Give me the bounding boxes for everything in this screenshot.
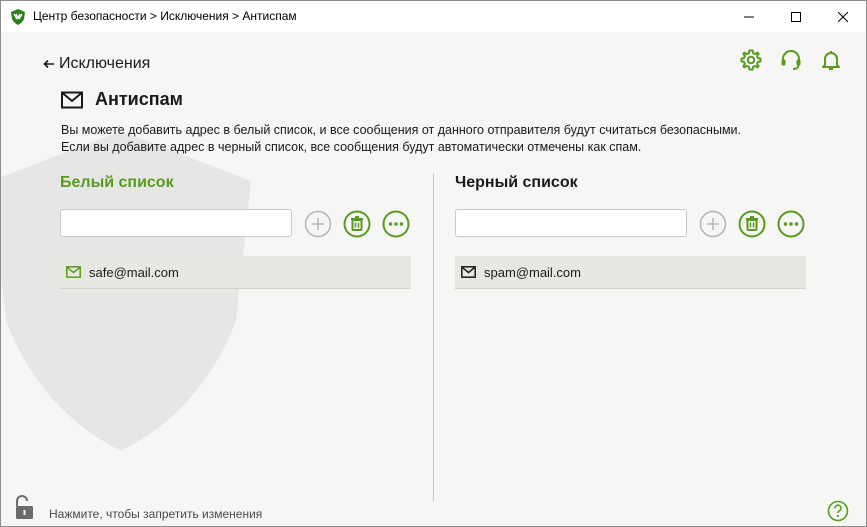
page-heading: Антиспам	[61, 89, 183, 110]
more-options-icon[interactable]	[777, 210, 805, 238]
trash-icon[interactable]	[343, 210, 371, 238]
unlocked-padlock-icon[interactable]	[13, 495, 41, 521]
arrow-left-icon	[43, 59, 54, 69]
envelope-icon	[66, 266, 81, 278]
minimize-button[interactable]	[726, 1, 772, 32]
description-line-1: Вы можете добавить адрес в белый список,…	[61, 123, 741, 137]
title-bar: Центр безопасности > Исключения > Антисп…	[1, 1, 866, 32]
more-options-icon[interactable]	[382, 210, 410, 238]
back-link[interactable]: Исключения	[43, 55, 150, 73]
gear-icon[interactable]	[739, 48, 763, 72]
description: Вы можете добавить адрес в белый список,…	[61, 122, 841, 156]
whitelist-item[interactable]: safe@mail.com	[60, 256, 411, 289]
headset-icon[interactable]	[779, 48, 803, 72]
envelope-icon	[461, 266, 476, 278]
window-title: Центр безопасности > Исключения > Антисп…	[33, 9, 297, 23]
bell-icon[interactable]	[819, 48, 843, 72]
envelope-icon	[61, 91, 83, 108]
whitelist-address-input[interactable]	[60, 209, 292, 237]
watermark-logo	[1, 131, 251, 451]
app-logo-icon	[11, 9, 25, 25]
blacklist-panel: Черный список spam@mail.com	[455, 174, 806, 289]
page-title: Антиспам	[95, 89, 183, 109]
maximize-button[interactable]	[773, 1, 819, 32]
plus-icon[interactable]	[304, 210, 332, 238]
plus-icon[interactable]	[699, 210, 727, 238]
help-icon[interactable]	[827, 500, 849, 522]
blacklist-item-email: spam@mail.com	[484, 264, 581, 280]
whitelist-panel: Белый список safe@mail.com	[60, 174, 411, 289]
maximize-icon	[791, 11, 801, 22]
app-window: Центр безопасности > Исключения > Антисп…	[0, 0, 867, 527]
blacklist-item[interactable]: spam@mail.com	[455, 256, 806, 289]
close-icon	[838, 11, 848, 22]
close-button[interactable]	[820, 1, 866, 32]
description-line-2: Если вы добавите адрес в черный список, …	[61, 140, 642, 154]
blacklist-controls	[455, 209, 805, 241]
column-divider	[433, 173, 434, 501]
minimize-icon	[744, 16, 754, 17]
lock-hint-text[interactable]: Нажмите, чтобы запретить изменения	[49, 507, 262, 521]
whitelist-item-email: safe@mail.com	[89, 264, 179, 280]
whitelist-title: Белый список	[60, 174, 174, 191]
trash-icon[interactable]	[738, 210, 766, 238]
blacklist-address-input[interactable]	[455, 209, 687, 237]
whitelist-controls	[60, 209, 410, 241]
blacklist-title: Черный список	[455, 174, 578, 191]
back-link-label: Исключения	[59, 55, 151, 72]
